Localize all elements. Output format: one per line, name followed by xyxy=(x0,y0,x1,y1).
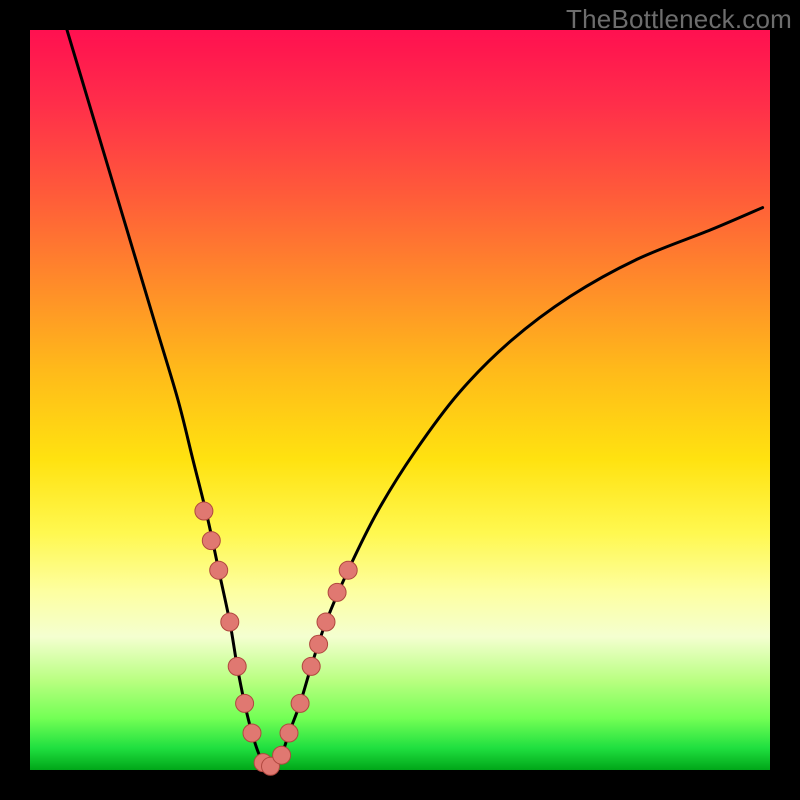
highlight-dot xyxy=(195,502,213,520)
highlight-dot xyxy=(280,724,298,742)
highlight-dot xyxy=(302,657,320,675)
bottleneck-curve xyxy=(67,30,763,768)
highlight-dot xyxy=(328,583,346,601)
highlight-dot xyxy=(221,613,239,631)
highlight-dot xyxy=(273,746,291,764)
highlight-dot xyxy=(243,724,261,742)
chart-stage: TheBottleneck.com xyxy=(0,0,800,800)
highlight-dot xyxy=(202,532,220,550)
highlight-dot xyxy=(310,635,328,653)
highlight-dot xyxy=(317,613,335,631)
highlight-dot xyxy=(291,694,309,712)
highlight-dot xyxy=(228,657,246,675)
plot-area xyxy=(30,30,770,770)
highlight-dot xyxy=(339,561,357,579)
highlight-dot xyxy=(236,694,254,712)
highlighted-dots-group xyxy=(195,502,357,775)
highlight-dot xyxy=(210,561,228,579)
curve-svg xyxy=(30,30,770,770)
